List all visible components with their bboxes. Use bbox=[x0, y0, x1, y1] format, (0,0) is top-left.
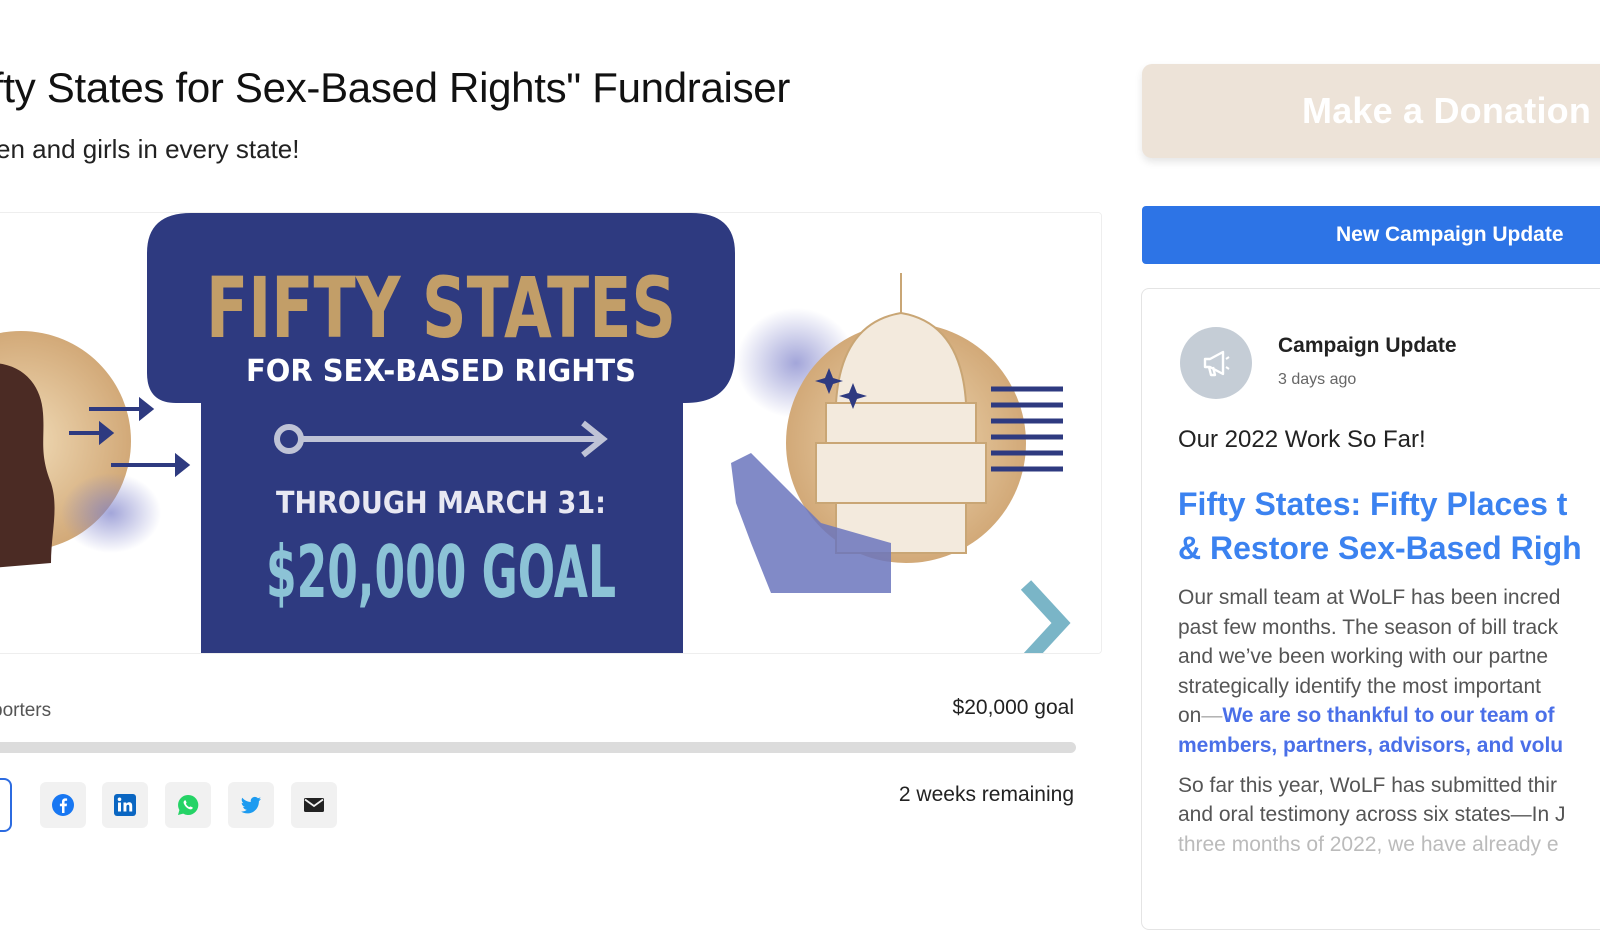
banner-date: THROUGH MARCH 31: bbox=[276, 486, 606, 521]
progress-bar bbox=[0, 742, 1076, 753]
whatsapp-icon bbox=[178, 794, 199, 815]
goal-amount: $20,000 goal bbox=[952, 696, 1074, 719]
banner-headline: FIFTY STATES bbox=[206, 259, 676, 357]
page-title: fty States for Sex-Based Rights" Fundrai… bbox=[0, 64, 791, 111]
update-heading: Our 2022 Work So Far! bbox=[1178, 426, 1426, 453]
update-body-line: So far this year, WoLF has submitted thi… bbox=[1178, 773, 1557, 797]
new-campaign-update-button[interactable]: New Campaign Update bbox=[1142, 206, 1600, 264]
share-button[interactable] bbox=[0, 778, 12, 832]
linkedin-icon bbox=[114, 794, 136, 816]
update-timestamp: 3 days ago bbox=[1278, 371, 1357, 388]
update-body-on: on bbox=[1178, 704, 1202, 728]
campaign-update-card: Campaign Update 3 days ago Our 2022 Work… bbox=[1141, 288, 1600, 930]
facebook-icon bbox=[52, 794, 74, 816]
update-body-line: past few months. The season of bill trac… bbox=[1178, 615, 1559, 639]
supporters-count: porters bbox=[0, 700, 52, 721]
update-body-line: and we’ve been working with our partne bbox=[1178, 645, 1549, 669]
update-body-highlight: We are so thankful to our team of bbox=[1222, 704, 1555, 728]
campaign-banner: FIFTY STATES FOR SEX-BASED RIGHTS THROUG… bbox=[0, 212, 1102, 654]
facebook-share-button[interactable] bbox=[40, 782, 86, 828]
update-body-line: on—We are so thankful to our team of bbox=[1178, 701, 1566, 731]
linkedin-share-button[interactable] bbox=[102, 782, 148, 828]
update-body: Our small team at WoLF has been incred p… bbox=[1178, 583, 1566, 859]
update-title-line-2[interactable]: & Restore Sex-Based Righ bbox=[1178, 526, 1582, 570]
update-body-line: strategically identify the most importan… bbox=[1178, 674, 1541, 698]
twitter-icon bbox=[240, 796, 261, 814]
update-title-line-1[interactable]: Fifty States: Fifty Places t bbox=[1178, 482, 1582, 526]
email-icon bbox=[304, 798, 324, 812]
em-dash: — bbox=[1201, 704, 1223, 728]
page-subtitle: en and girls in every state! bbox=[0, 134, 300, 164]
whatsapp-share-button[interactable] bbox=[165, 782, 211, 828]
update-title-link[interactable]: Fifty States: Fifty Places t & Restore S… bbox=[1178, 482, 1582, 570]
update-body-line: and oral testimony across six states—In … bbox=[1178, 803, 1566, 827]
update-avatar bbox=[1180, 327, 1252, 399]
update-type: Campaign Update bbox=[1278, 334, 1457, 357]
update-body-line: three months of 2022, we have already e bbox=[1178, 832, 1559, 856]
email-share-button[interactable] bbox=[291, 782, 337, 828]
banner-goal: $20,000 GOAL bbox=[266, 530, 616, 614]
time-remaining: 2 weeks remaining bbox=[898, 783, 1074, 806]
twitter-share-button[interactable] bbox=[228, 782, 274, 828]
update-body-highlight: members, partners, advisors, and volu bbox=[1178, 733, 1564, 757]
megaphone-icon bbox=[1203, 350, 1230, 377]
update-body-line: Our small team at WoLF has been incred bbox=[1178, 586, 1561, 609]
make-donation-button[interactable]: Make a Donation bbox=[1142, 64, 1600, 158]
banner-tagline: FOR SEX-BASED RIGHTS bbox=[246, 354, 636, 389]
